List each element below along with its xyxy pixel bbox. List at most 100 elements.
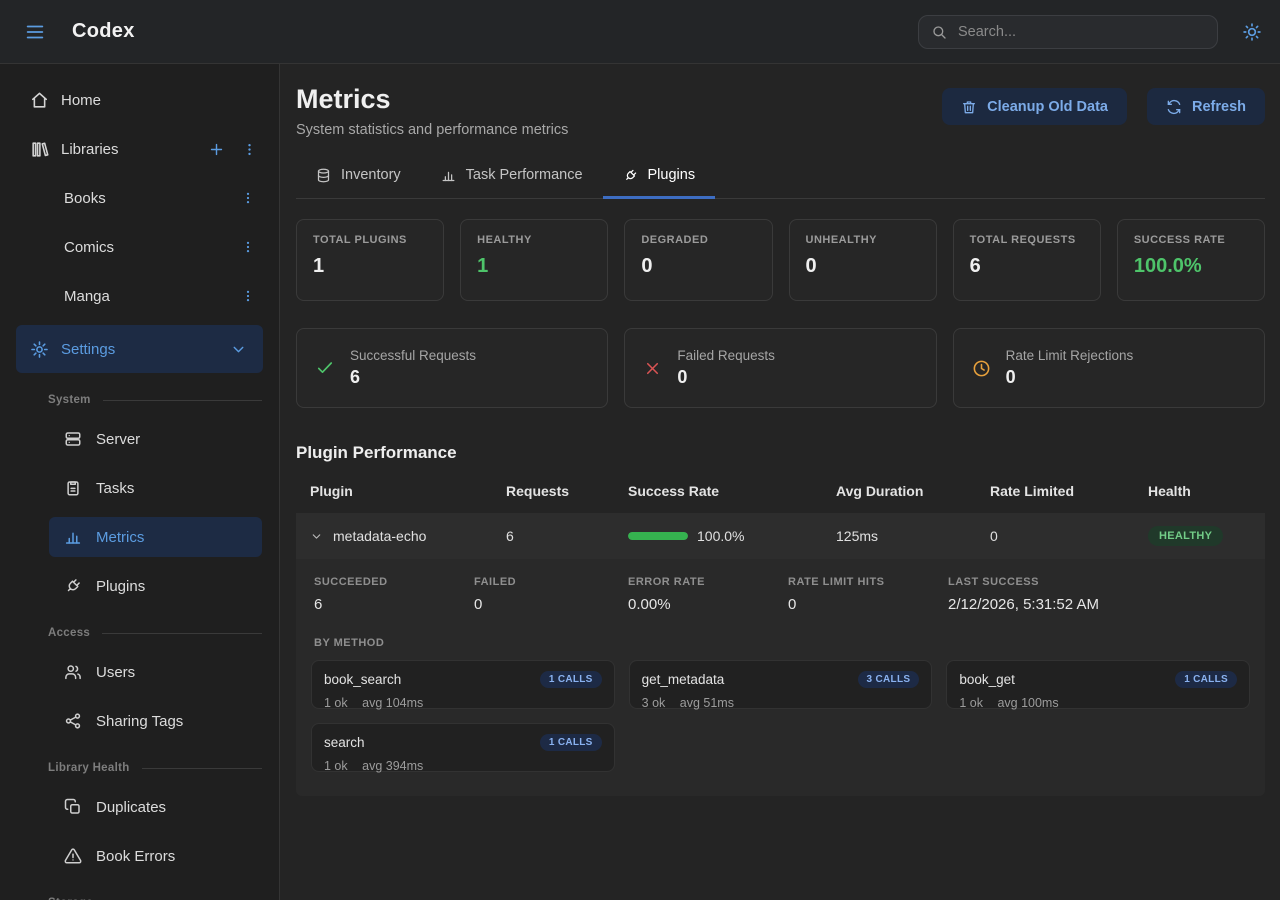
library-books-icon: [30, 140, 49, 159]
success-rate-value: 100.0%: [697, 528, 744, 544]
libraries-kebab-menu[interactable]: [242, 142, 257, 157]
stat-value: 100.0%: [1134, 255, 1248, 278]
card-label: Rate Limit Rejections: [1006, 348, 1134, 363]
section-title: Access: [48, 627, 90, 639]
column-header-requests: Requests: [506, 483, 628, 499]
stat-card-degraded: DEGRADED 0: [624, 219, 772, 301]
sidebar-item-book-errors[interactable]: Book Errors: [49, 836, 262, 876]
stat-label: TOTAL REQUESTS: [970, 234, 1084, 246]
stat-label: SUCCESS RATE: [1134, 234, 1248, 246]
tab-task-performance[interactable]: Task Performance: [421, 163, 603, 199]
avg-duration-value: 125ms: [836, 528, 990, 544]
sidebar-item-label: Users: [96, 664, 135, 681]
cleanup-button-label: Cleanup Old Data: [987, 99, 1108, 115]
books-kebab-menu[interactable]: [241, 191, 255, 205]
sidebar-item-duplicates[interactable]: Duplicates: [49, 787, 262, 827]
sidebar-item-label: Home: [61, 92, 101, 109]
sidebar-item-manga[interactable]: Manga: [0, 276, 279, 316]
calls-badge: 1 CALLS: [540, 671, 602, 688]
tab-plugins[interactable]: Plugins: [603, 163, 716, 199]
plug-icon: [623, 168, 638, 183]
tab-inventory[interactable]: Inventory: [296, 163, 421, 199]
method-name: get_metadata: [642, 672, 725, 687]
sidebar-item-label: Book Errors: [96, 848, 175, 865]
sidebar-item-settings[interactable]: Settings: [16, 325, 263, 373]
success-rate-bar-fill: [628, 532, 688, 540]
card-label: Failed Requests: [677, 348, 775, 363]
sidebar-item-label: Plugins: [96, 578, 145, 595]
sidebar-item-sharing-tags[interactable]: Sharing Tags: [49, 701, 262, 741]
column-header-rate-limited: Rate Limited: [990, 483, 1148, 499]
card-rate-limit-rejections: Rate Limit Rejections 0: [953, 328, 1265, 408]
warning-triangle-icon: [64, 847, 82, 865]
calls-badge: 1 CALLS: [1175, 671, 1237, 688]
add-library-button[interactable]: [208, 141, 225, 158]
column-header-avg-duration: Avg Duration: [836, 483, 990, 499]
search-icon: [931, 24, 947, 40]
sidebar-item-tasks[interactable]: Tasks: [49, 468, 262, 508]
stat-card-total-plugins: TOTAL PLUGINS 1: [296, 219, 444, 301]
method-ok-count: 3 ok: [642, 696, 666, 710]
refresh-icon: [1166, 99, 1182, 115]
table-row-metadata-echo[interactable]: metadata-echo 6 100.0% 125ms 0 HEALTHY: [296, 513, 1265, 559]
calls-badge: 1 CALLS: [540, 734, 602, 751]
sidebar-item-books[interactable]: Books: [0, 178, 279, 218]
tab-label: Task Performance: [466, 167, 583, 183]
plugin-stat-cards: TOTAL PLUGINS 1 HEALTHY 1 DEGRADED 0 UNH…: [296, 219, 1265, 301]
plugin-name: metadata-echo: [333, 528, 426, 544]
plug-icon: [64, 577, 82, 595]
chevron-down-icon[interactable]: [310, 530, 323, 543]
card-label: Successful Requests: [350, 348, 476, 363]
success-rate-bar: [628, 532, 688, 540]
method-avg-duration: avg 51ms: [680, 696, 734, 710]
stat-value: 1: [477, 255, 591, 278]
stat-label: TOTAL PLUGINS: [313, 234, 427, 246]
sidebar-item-metrics[interactable]: Metrics: [49, 517, 262, 557]
method-card-get-metadata: get_metadata 3 CALLS 3 ok avg 51ms: [629, 660, 933, 709]
sidebar-section-system: System: [48, 394, 262, 406]
refresh-button[interactable]: Refresh: [1147, 88, 1265, 125]
search-box[interactable]: [918, 15, 1218, 49]
method-avg-duration: avg 104ms: [362, 696, 423, 710]
method-card-book-get: book_get 1 CALLS 1 ok avg 100ms: [946, 660, 1250, 709]
performance-table-header: Plugin Requests Success Rate Avg Duratio…: [296, 463, 1265, 513]
stat-card-total-requests: TOTAL REQUESTS 6: [953, 219, 1101, 301]
card-value: 0: [1006, 367, 1134, 388]
sidebar-item-comics[interactable]: Comics: [0, 227, 279, 267]
search-input[interactable]: [956, 23, 1205, 41]
comics-kebab-menu[interactable]: [241, 240, 255, 254]
card-successful-requests: Successful Requests 6: [296, 328, 608, 408]
health-status-badge: HEALTHY: [1148, 526, 1223, 546]
theme-toggle-button[interactable]: [1240, 20, 1264, 44]
section-title: System: [48, 394, 91, 406]
sidebar-item-users[interactable]: Users: [49, 652, 262, 692]
page-subtitle: System statistics and performance metric…: [296, 122, 568, 138]
section-divider: [102, 633, 262, 634]
stat-value: 6: [970, 255, 1084, 278]
stat-value: 0: [641, 255, 755, 278]
by-method-label: BY METHOD: [314, 637, 1251, 649]
sidebar-item-label: Comics: [64, 239, 114, 256]
sidebar-section-library-health: Library Health: [48, 762, 262, 774]
method-name: book_search: [324, 672, 401, 687]
share-icon: [64, 712, 82, 730]
detail-value: 0.00%: [628, 596, 788, 613]
cleanup-old-data-button[interactable]: Cleanup Old Data: [942, 88, 1127, 125]
page-title: Metrics: [296, 84, 568, 115]
section-divider: [103, 400, 262, 401]
sidebar-item-libraries[interactable]: Libraries: [0, 129, 279, 169]
menu-button[interactable]: [22, 19, 48, 45]
manga-kebab-menu[interactable]: [241, 289, 255, 303]
sidebar-item-home[interactable]: Home: [0, 80, 279, 120]
sidebar-item-plugins[interactable]: Plugins: [49, 566, 262, 606]
method-avg-duration: avg 100ms: [997, 696, 1058, 710]
sidebar-item-server[interactable]: Server: [49, 419, 262, 459]
sun-icon: [1242, 22, 1262, 42]
card-value: 6: [350, 367, 476, 388]
request-summary-cards: Successful Requests 6 Failed Requests 0 …: [296, 328, 1265, 408]
detail-failed: FAILED 0: [474, 576, 628, 613]
detail-error-rate: ERROR RATE 0.00%: [628, 576, 788, 613]
plugin-details-panel: SUCCEEDED 6 FAILED 0 ERROR RATE 0.00% RA…: [296, 559, 1265, 796]
sidebar-item-label: Sharing Tags: [96, 713, 183, 730]
home-icon: [30, 91, 49, 110]
